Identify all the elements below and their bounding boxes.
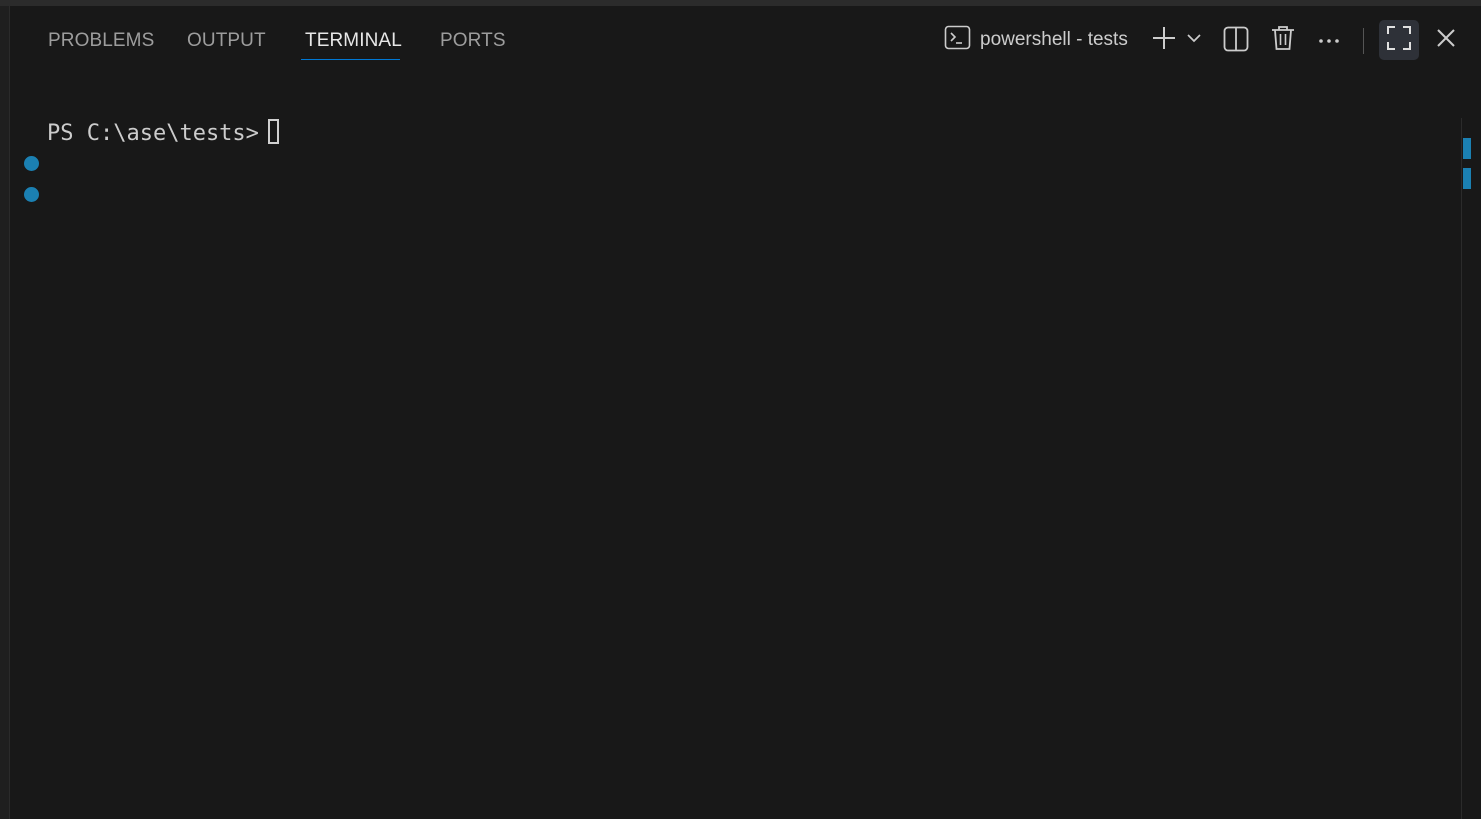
terminal-icon [944, 24, 971, 56]
overview-ruler-mark [1463, 138, 1471, 159]
command-decoration[interactable] [24, 156, 39, 171]
ellipsis-icon [1318, 31, 1340, 49]
panel-top-border [0, 0, 1481, 6]
close-panel-button[interactable] [1433, 27, 1459, 53]
chevron-down-icon [1186, 30, 1202, 51]
toolbar-separator [1363, 28, 1364, 54]
overview-ruler[interactable] [1461, 118, 1462, 819]
launch-profile-button[interactable] [1184, 30, 1204, 50]
terminal-name: powershell - tests [980, 29, 1128, 50]
close-icon [1436, 28, 1456, 53]
terminal-selector[interactable]: powershell - tests [944, 24, 1128, 56]
new-terminal-button[interactable] [1150, 26, 1178, 54]
terminal-prompt: PS C:\ase\tests> [47, 121, 273, 146]
active-tab-indicator [301, 59, 400, 60]
split-editor-icon [1222, 25, 1250, 58]
command-decoration[interactable] [24, 187, 39, 202]
terminal-panel: PROBLEMS OUTPUT TERMINAL PORTS powershel… [0, 0, 1481, 819]
maximize-panel-hit[interactable] [1379, 20, 1419, 60]
trash-icon [1269, 24, 1297, 57]
tab-problems[interactable]: PROBLEMS [48, 30, 154, 52]
more-actions-button[interactable] [1315, 28, 1343, 52]
tab-output[interactable]: OUTPUT [187, 30, 266, 52]
tab-ports[interactable]: PORTS [440, 30, 506, 52]
plus-icon [1151, 25, 1177, 56]
split-terminal-button[interactable] [1221, 26, 1251, 56]
kill-terminal-button[interactable] [1268, 25, 1298, 55]
panel-left-border [0, 6, 10, 819]
overview-ruler-mark [1463, 168, 1471, 189]
tab-terminal[interactable]: TERMINAL [305, 30, 402, 52]
maximize-icon [1386, 25, 1412, 56]
terminal-cursor [268, 119, 279, 144]
